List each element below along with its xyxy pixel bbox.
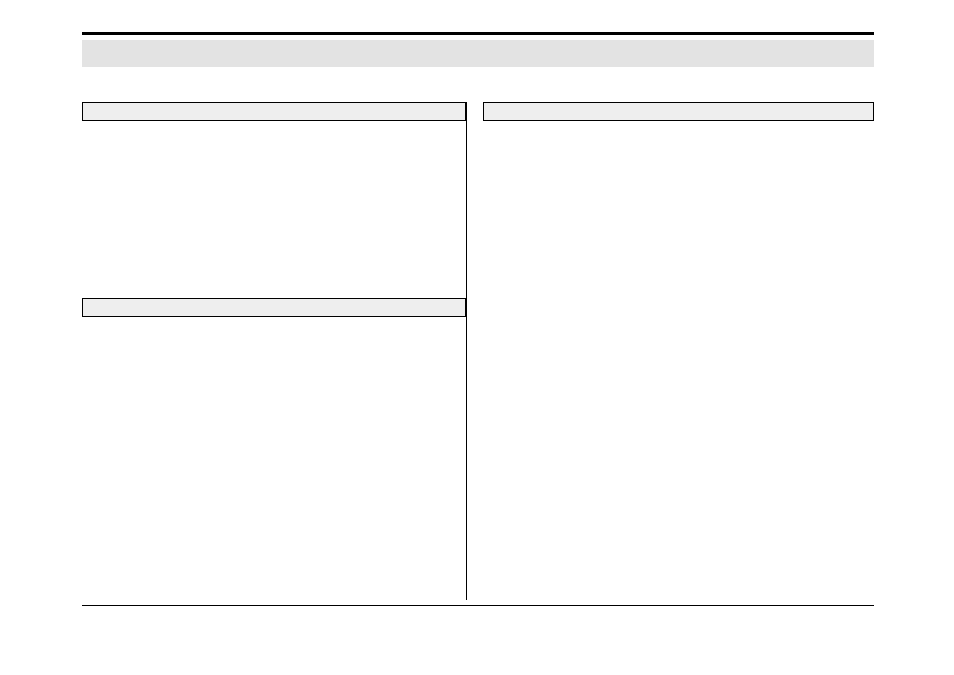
page-container — [82, 32, 874, 606]
section-header-left-2 — [82, 298, 466, 317]
section-header-right-1 — [483, 102, 875, 121]
top-rule — [82, 32, 874, 35]
column-left — [82, 102, 466, 600]
section-header-left-1 — [82, 102, 466, 121]
columns-wrap — [82, 102, 874, 600]
bottom-rule — [82, 605, 874, 606]
column-divider — [466, 102, 467, 600]
column-right — [483, 102, 875, 600]
header-bar — [82, 40, 874, 67]
